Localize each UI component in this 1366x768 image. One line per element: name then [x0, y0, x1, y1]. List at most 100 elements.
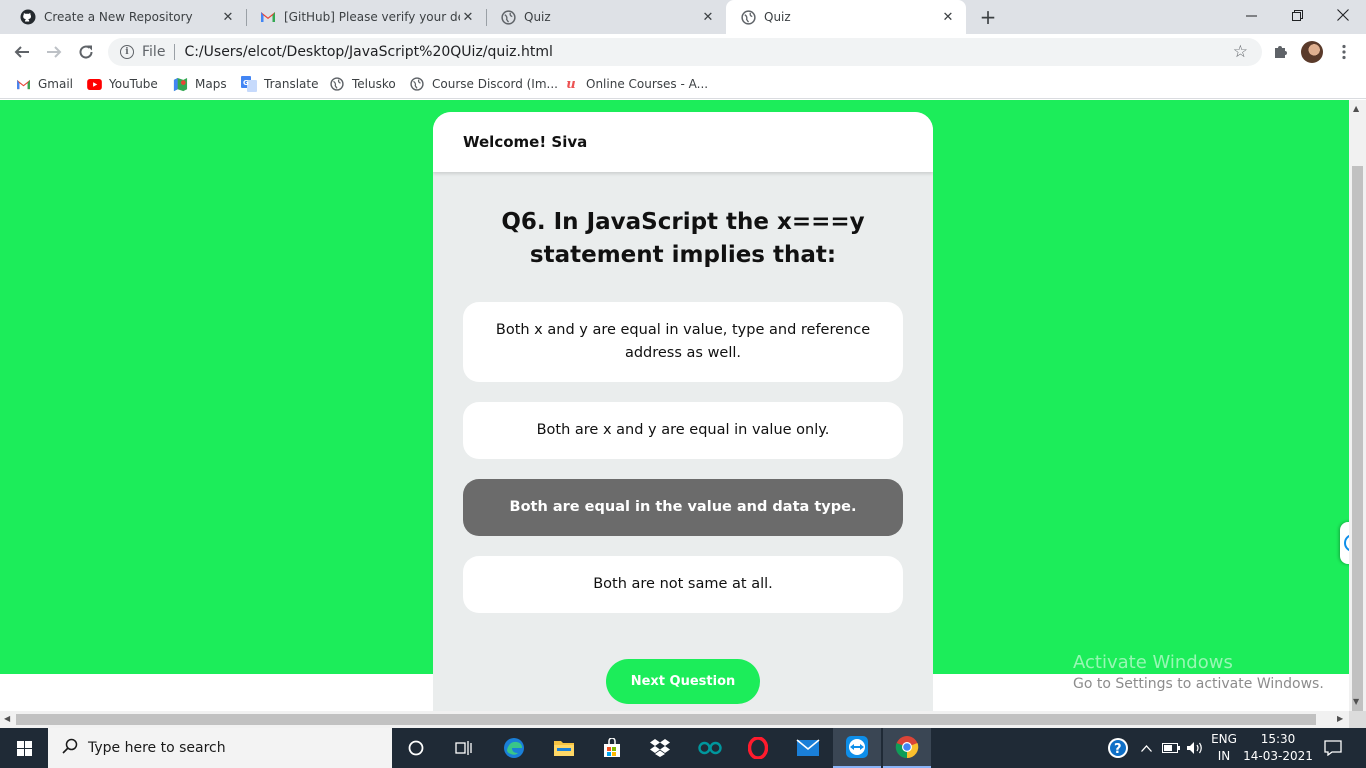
- tab-quiz[interactable]: Quiz ✕: [480, 0, 726, 34]
- globe-icon: [409, 76, 425, 92]
- new-tab-button[interactable]: +: [976, 5, 1000, 29]
- youtube-icon: [86, 76, 102, 92]
- close-icon[interactable]: ✕: [700, 9, 716, 25]
- scrollbar-corner: [1349, 711, 1366, 728]
- search-placeholder: Type here to search: [88, 740, 226, 756]
- address-bar[interactable]: i File C:/Users/elcot/Desktop/JavaScript…: [108, 38, 1262, 66]
- bookmark-online-courses[interactable]: u Online Courses - A...: [563, 75, 708, 93]
- windows-logo-icon: [16, 740, 32, 756]
- opera-icon[interactable]: [734, 728, 782, 768]
- tab-title: [GitHub] Please verify your device: [284, 10, 460, 24]
- horizontal-scrollbar[interactable]: ◀ ▶: [0, 711, 1349, 728]
- tab-title: Create a New Repository: [44, 10, 193, 24]
- browser-toolbar: i File C:/Users/elcot/Desktop/JavaScript…: [0, 34, 1366, 70]
- scroll-left-arrow-icon[interactable]: ◀: [4, 714, 10, 723]
- option-4[interactable]: Both are not same at all.: [463, 556, 903, 613]
- scroll-up-arrow-icon[interactable]: ▲: [1353, 104, 1359, 113]
- vertical-scrollbar[interactable]: ▲ ▼: [1349, 100, 1366, 711]
- tab-github-verify[interactable]: [GitHub] Please verify your device ✕: [240, 0, 486, 34]
- search-icon: [62, 738, 78, 758]
- scroll-right-arrow-icon[interactable]: ▶: [1337, 714, 1343, 723]
- region-code: IN: [1217, 749, 1231, 763]
- task-view-icon[interactable]: [440, 728, 488, 768]
- bookmark-maps[interactable]: Maps: [172, 75, 227, 93]
- scroll-down-arrow-icon[interactable]: ▼: [1353, 697, 1359, 706]
- close-icon[interactable]: ✕: [220, 9, 236, 25]
- close-icon[interactable]: ✕: [940, 9, 956, 25]
- teamviewer-taskbar-icon[interactable]: [833, 728, 881, 768]
- options-list: Both x and y are equal in value, type an…: [433, 302, 933, 613]
- tab-create-repository[interactable]: Create a New Repository ✕: [0, 0, 246, 34]
- activate-windows-subtitle: Go to Settings to activate Windows.: [1073, 676, 1324, 692]
- bookmark-youtube[interactable]: YouTube: [86, 75, 158, 93]
- tab-strip: Create a New Repository ✕ [GitHub] Pleas…: [0, 0, 1366, 34]
- reload-button[interactable]: [72, 38, 100, 66]
- notifications-icon[interactable]: [1320, 728, 1346, 768]
- welcome-header: Welcome! Siva: [433, 112, 933, 172]
- svg-text:G: G: [243, 79, 249, 87]
- bookmark-label: Course Discord (Im...: [432, 77, 558, 91]
- bookmark-course-discord[interactable]: Course Discord (Im...: [409, 75, 558, 93]
- url-text[interactable]: C:/Users/elcot/Desktop/JavaScript%20QUiz…: [184, 44, 552, 60]
- bookmark-label: Online Courses - A...: [586, 77, 709, 91]
- battery-icon[interactable]: [1160, 728, 1182, 768]
- svg-text:?: ?: [1114, 742, 1122, 757]
- bookmark-label: YouTube: [109, 77, 158, 91]
- extensions-puzzle-icon[interactable]: [1270, 42, 1290, 62]
- profile-avatar[interactable]: [1301, 41, 1323, 63]
- help-icon[interactable]: ?: [1104, 728, 1132, 768]
- next-question-button[interactable]: Next Question: [606, 659, 760, 704]
- arduino-icon[interactable]: [686, 728, 734, 768]
- globe-icon: [500, 9, 516, 25]
- bookmark-label: Gmail: [38, 77, 74, 91]
- clock-date: 14-03-2021: [1243, 749, 1313, 763]
- close-window-button[interactable]: [1320, 0, 1366, 30]
- vertical-scroll-thumb[interactable]: [1352, 166, 1363, 711]
- language-indicator[interactable]: ENG IN: [1208, 728, 1240, 768]
- tab-title: Quiz: [764, 10, 791, 24]
- bookmark-gmail[interactable]: Gmail: [15, 75, 73, 93]
- start-button[interactable]: [0, 728, 48, 768]
- protocol-label: File: [142, 44, 166, 60]
- bookmark-telusko[interactable]: Telusko: [329, 75, 396, 93]
- gmail-icon: [260, 9, 276, 25]
- clock[interactable]: 15:30 14-03-2021: [1238, 731, 1318, 765]
- cortana-icon[interactable]: [392, 728, 440, 768]
- edge-icon[interactable]: [490, 728, 538, 768]
- page-viewport: Welcome! Siva Q6. In JavaScript the x===…: [0, 100, 1349, 711]
- windows-taskbar: Type here to search ? ENG IN 15:30 14-03…: [0, 728, 1366, 768]
- minimize-button[interactable]: [1228, 0, 1274, 30]
- bookmark-translate[interactable]: G Translate: [241, 75, 319, 93]
- gmail-icon: [15, 76, 31, 92]
- option-1[interactable]: Both x and y are equal in value, type an…: [463, 302, 903, 382]
- udemy-icon: u: [566, 76, 576, 92]
- quiz-card: Welcome! Siva Q6. In JavaScript the x===…: [433, 112, 933, 711]
- restore-button[interactable]: [1274, 0, 1320, 30]
- mail-icon[interactable]: [784, 728, 832, 768]
- bookmark-label: Maps: [195, 77, 227, 91]
- option-3-selected[interactable]: Both are equal in the value and data typ…: [463, 479, 903, 536]
- bookmark-label: Telusko: [352, 77, 396, 91]
- close-icon[interactable]: ✕: [460, 9, 476, 25]
- tab-quiz-active[interactable]: Quiz ✕: [726, 0, 966, 34]
- back-button[interactable]: [8, 38, 36, 66]
- menu-kebab-icon[interactable]: [1334, 42, 1354, 62]
- info-icon[interactable]: i: [120, 45, 134, 59]
- volume-icon[interactable]: [1184, 728, 1206, 768]
- taskbar-search[interactable]: Type here to search: [48, 728, 392, 768]
- bookmarks-bar: Gmail YouTube Maps G Translate Telusko C…: [0, 70, 1366, 99]
- dropbox-icon[interactable]: [636, 728, 684, 768]
- store-icon[interactable]: [588, 728, 636, 768]
- chevron-up-icon[interactable]: [1138, 728, 1154, 768]
- file-explorer-icon[interactable]: [540, 728, 588, 768]
- maps-icon: [172, 76, 188, 92]
- language-code: ENG: [1211, 732, 1237, 746]
- github-icon: [20, 9, 36, 25]
- tab-title: Quiz: [524, 10, 551, 24]
- bookmark-star-icon[interactable]: ☆: [1233, 42, 1248, 62]
- horizontal-scroll-thumb[interactable]: [16, 714, 1316, 725]
- option-2[interactable]: Both are x and y are equal in value only…: [463, 402, 903, 459]
- chrome-icon[interactable]: [883, 728, 931, 768]
- forward-button[interactable]: [40, 38, 68, 66]
- globe-icon: [329, 76, 345, 92]
